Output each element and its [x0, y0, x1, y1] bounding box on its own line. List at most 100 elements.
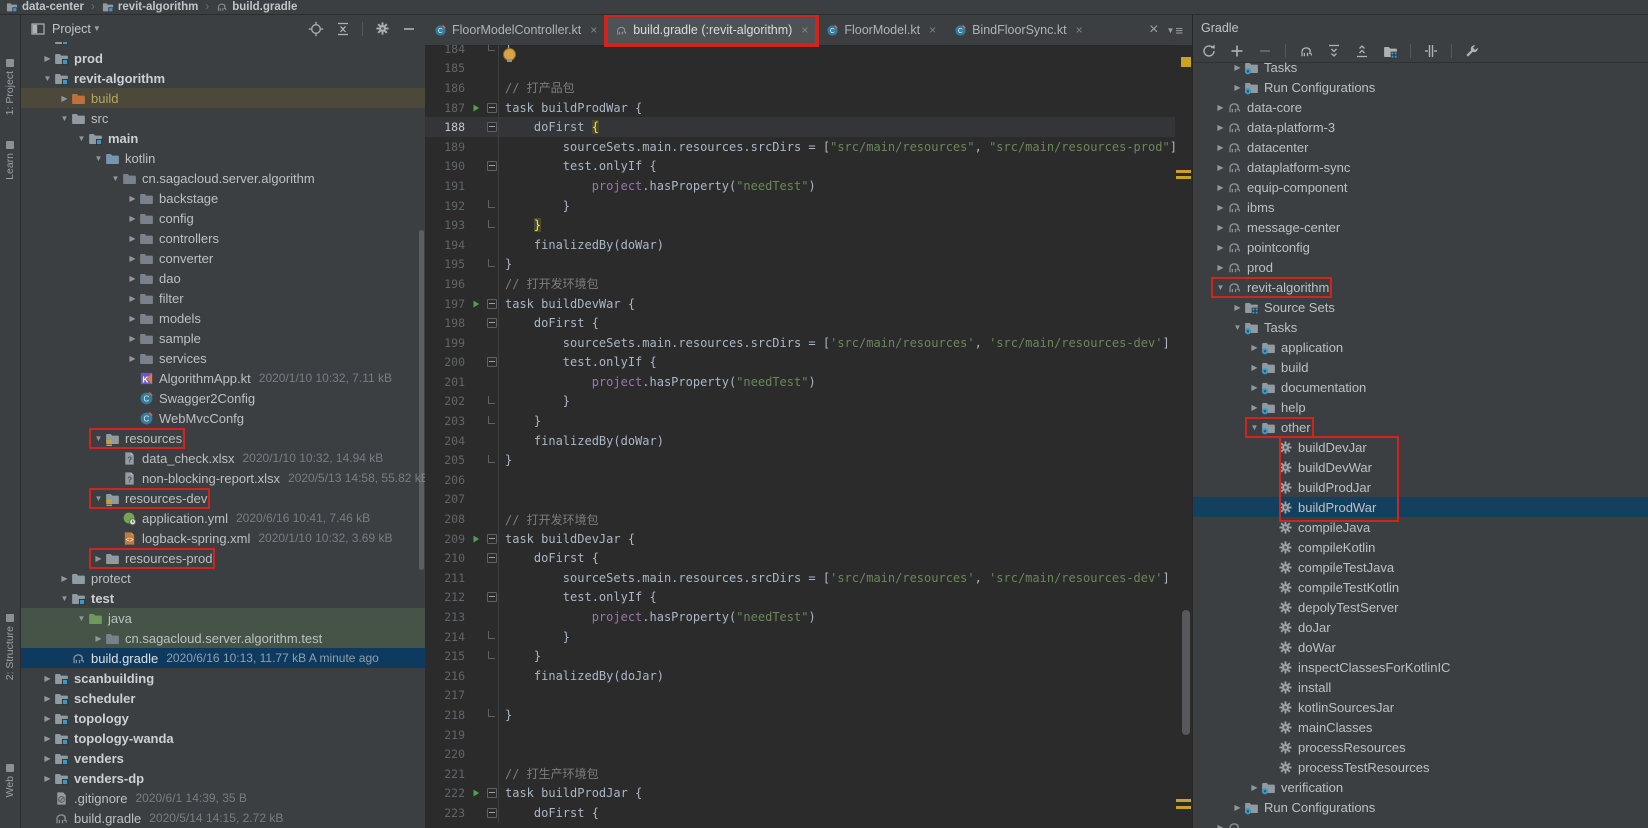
tree-row[interactable]: ▶prod: [20, 48, 425, 68]
close-icon[interactable]: ×: [1076, 23, 1083, 37]
breadcrumb-item[interactable]: revit-algorithm: [102, 1, 199, 13]
code-line[interactable]: 202 }: [425, 392, 1175, 412]
tree-row[interactable]: ▶resources-prod: [20, 548, 425, 568]
chevron-down-icon[interactable]: ▼: [1231, 323, 1244, 332]
stripe-warning-dash[interactable]: [1176, 806, 1191, 809]
tree-row[interactable]: ▶ibms: [1193, 197, 1648, 217]
chevron-right-icon[interactable]: ▶: [1231, 63, 1244, 72]
chevron-right-icon[interactable]: ▶: [1248, 403, 1261, 412]
tree-row[interactable]: ▶dataplatform-sync: [1193, 157, 1648, 177]
tree-row[interactable]: processResources: [1193, 737, 1648, 757]
tree-row[interactable]: ▶pointconfig: [1193, 237, 1648, 257]
chevron-right-icon[interactable]: ▶: [126, 354, 139, 363]
editor-tab[interactable]: build.gradle (:revit-algorithm)×: [606, 15, 817, 45]
tree-row[interactable]: build.gradle2020/6/16 10:13, 11.77 kB A …: [20, 648, 425, 668]
breadcrumb-item[interactable]: data-center: [6, 1, 84, 13]
chevron-down-icon[interactable]: ▼: [1214, 283, 1227, 292]
collapse2-icon[interactable]: [1354, 43, 1370, 59]
tree-row[interactable]: ▶cn.sagacloud.server.algorithm.test: [20, 628, 425, 648]
chevron-right-icon[interactable]: ▶: [1214, 263, 1227, 272]
fold-marker[interactable]: [487, 357, 497, 367]
close-icon[interactable]: ×: [801, 23, 808, 37]
code-line[interactable]: 220: [425, 744, 1175, 764]
chevron-right-icon[interactable]: ▶: [126, 294, 139, 303]
fold-marker[interactable]: [487, 103, 497, 113]
tree-row[interactable]: ▶Run Configurations: [1193, 77, 1648, 97]
project-scrollbar[interactable]: [419, 230, 424, 570]
chevron-down-icon[interactable]: ▼: [93, 24, 101, 33]
fold-marker[interactable]: [487, 122, 497, 132]
tree-row[interactable]: ▶controllers: [20, 228, 425, 248]
tree-row[interactable]: buildDevJar: [1193, 437, 1648, 457]
tree-row[interactable]: buildProdWar: [1193, 497, 1648, 517]
tree-row[interactable]: ▶Tasks: [1193, 62, 1648, 77]
tree-row[interactable]: build.gradle2020/5/14 14:15, 2.72 kB: [20, 808, 425, 828]
code-line[interactable]: 196// 打开发环境包: [425, 274, 1175, 294]
tree-row[interactable]: ▶datacenter: [1193, 137, 1648, 157]
code-line[interactable]: 204 finalizedBy(doWar): [425, 431, 1175, 451]
tree-row[interactable]: depolyTestServer: [1193, 597, 1648, 617]
code-line[interactable]: 209task buildDevJar {: [425, 529, 1175, 549]
code-line[interactable]: 198 doFirst {: [425, 313, 1175, 333]
tree-row[interactable]: compileKotlin: [1193, 537, 1648, 557]
fold-end-marker[interactable]: [488, 651, 495, 659]
editor-tab[interactable]: CBindFloorSync.kt×: [945, 15, 1092, 45]
code-line[interactable]: 214 }: [425, 627, 1175, 647]
chevron-right-icon[interactable]: ▶: [1248, 363, 1261, 372]
stripe-warning-dash[interactable]: [1176, 176, 1191, 179]
chevron-down-icon[interactable]: ▼: [92, 494, 105, 503]
intention-bulb-icon[interactable]: [503, 48, 516, 61]
tree-row[interactable]: ▶Run Configurations: [1193, 797, 1648, 817]
code-line[interactable]: 191 project.hasProperty("needTest"): [425, 176, 1175, 196]
toolwindow-button-project[interactable]: 1: Project: [0, 55, 20, 115]
run-task-icon[interactable]: [471, 299, 481, 309]
tree-row[interactable]: ▶backstage: [20, 188, 425, 208]
chevron-down-icon[interactable]: ▼: [1248, 423, 1261, 432]
code-line[interactable]: 186// 打产品包: [425, 78, 1175, 98]
chevron-right-icon[interactable]: ▶: [1248, 783, 1261, 792]
modules-icon[interactable]: [1382, 43, 1398, 59]
code-line[interactable]: 212 test.onlyIf {: [425, 588, 1175, 608]
code-line[interactable]: 192 }: [425, 196, 1175, 216]
code-line[interactable]: 210 doFirst {: [425, 548, 1175, 568]
refresh-icon[interactable]: [1201, 43, 1217, 59]
code-line[interactable]: 188 doFirst {: [425, 117, 1175, 137]
chevron-right-icon[interactable]: ▶: [126, 234, 139, 243]
chevron-right-icon[interactable]: ▶: [1214, 163, 1227, 172]
tree-row[interactable]: ▶application: [1193, 337, 1648, 357]
wrench-icon[interactable]: [1464, 43, 1480, 59]
tree-row[interactable]: ▼resources-dev: [20, 488, 425, 508]
chevron-right-icon[interactable]: ▶: [1214, 223, 1227, 232]
chevron-down-icon[interactable]: ▼: [75, 614, 88, 623]
code-line[interactable]: 218}: [425, 705, 1175, 725]
tree-row[interactable]: ▼test: [20, 588, 425, 608]
chevron-down-icon[interactable]: ▼: [109, 174, 122, 183]
tree-row[interactable]: ?data_check.xlsx2020/1/10 10:32, 14.94 k…: [20, 448, 425, 468]
gradle-icon[interactable]: [1298, 43, 1314, 59]
add-icon[interactable]: [1229, 43, 1245, 59]
code-line[interactable]: 211 sourceSets.main.resources.srcDirs = …: [425, 568, 1175, 588]
tree-row[interactable]: ▶topology-wanda: [20, 728, 425, 748]
chevron-right-icon[interactable]: ▶: [58, 574, 71, 583]
fold-end-marker[interactable]: [488, 200, 495, 208]
tree-row[interactable]: application.yml2020/6/16 10:41, 7.46 kB: [20, 508, 425, 528]
chevron-right-icon[interactable]: ▶: [41, 674, 54, 683]
fold-marker[interactable]: [487, 534, 497, 544]
tree-row[interactable]: ▼java: [20, 608, 425, 628]
tree-row[interactable]: buildDevWar: [1193, 457, 1648, 477]
chevron-right-icon[interactable]: ▶: [1214, 183, 1227, 192]
chevron-right-icon[interactable]: ▶: [1231, 303, 1244, 312]
locate-icon[interactable]: [308, 21, 324, 37]
tree-row[interactable]: ?non-blocking-report.xlsx2020/5/13 14:58…: [20, 468, 425, 488]
editor-tab[interactable]: CFloorModelController.kt×: [425, 15, 606, 45]
toolwindow-button-learn[interactable]: Learn: [0, 137, 20, 180]
tree-row[interactable]: ▶: [1193, 817, 1648, 828]
close-icon[interactable]: ×: [929, 23, 936, 37]
fold-marker[interactable]: [487, 299, 497, 309]
chevron-right-icon[interactable]: ▶: [41, 734, 54, 743]
breadcrumb-item[interactable]: build.gradle: [216, 1, 297, 13]
tree-row[interactable]: ▶services: [20, 348, 425, 368]
tree-row[interactable]: ▼other: [1193, 417, 1648, 437]
code-line[interactable]: 185: [425, 59, 1175, 79]
fold-end-marker[interactable]: [488, 220, 495, 228]
